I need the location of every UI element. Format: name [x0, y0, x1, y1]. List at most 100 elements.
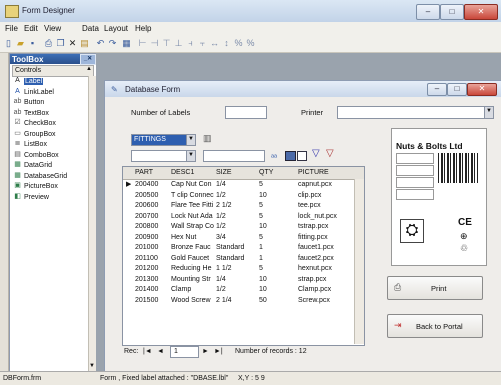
table-cell[interactable]: Clamp.pcx — [298, 285, 353, 295]
table-cell[interactable]: Gold Faucet — [171, 254, 214, 264]
toolbox-item-checkbox[interactable]: ☑ CheckBox — [13, 119, 93, 129]
table-cell[interactable]: tstrap.pcx — [298, 222, 353, 232]
toolbox-item-label[interactable]: A Label — [13, 77, 93, 87]
toolbox-item-groupbox[interactable]: ▭ GroupBox — [13, 130, 93, 140]
table-row[interactable]: 200600 Flare Tee Fitti 2 1/2 5 tee.pcx — [123, 201, 364, 211]
table-row[interactable]: ▶ 200400 Cap Nut Con 1/4 5 capnut.pcx — [123, 180, 364, 190]
table-cell[interactable]: Wood Screw — [171, 296, 214, 306]
undo-icon[interactable]: ↶ — [95, 38, 106, 49]
scroll-down-icon[interactable]: ▼ — [89, 363, 95, 369]
column-header-qty[interactable]: QTY — [259, 169, 273, 176]
table-cell[interactable]: 2 1/4 — [216, 296, 256, 306]
table-select[interactable]: FITTINGS ▼ — [131, 134, 196, 146]
number-of-labels-input[interactable] — [225, 106, 267, 119]
table-cell[interactable]: 1 — [259, 254, 295, 264]
toolbox-item-combobox[interactable]: ▤ ComboBox — [13, 151, 93, 161]
toolbox-item-linklabel[interactable]: A LinkLabel — [13, 88, 93, 98]
table-cell[interactable]: 200800 — [135, 222, 169, 232]
collapse-icon[interactable]: ▲ — [86, 66, 92, 72]
menu-edit[interactable]: Edit — [24, 24, 38, 33]
find-icon[interactable]: ₐₐ — [271, 150, 277, 159]
table-cell[interactable]: Cap Nut Con — [171, 180, 214, 190]
print-button[interactable]: ⎙ Print — [387, 276, 483, 300]
table-cell[interactable]: 50 — [259, 296, 295, 306]
prev-record-icon[interactable]: ◄ — [157, 348, 164, 355]
table-row[interactable]: 200900 Hex Nut 3/4 5 fitting.pcx — [123, 233, 364, 243]
table-cell[interactable]: 10 — [259, 275, 295, 285]
back-to-portal-button[interactable]: ⇥ Back to Portal — [387, 314, 483, 338]
table-cell[interactable]: strap.pcx — [298, 275, 353, 285]
toolbox-item-textbox[interactable]: ab TextBox — [13, 109, 93, 119]
minimize-button[interactable]: – — [416, 4, 440, 20]
size-icon[interactable]: ↕ — [221, 38, 232, 49]
toolbox-scrollbar[interactable]: ▼ — [88, 76, 96, 371]
toolbox-item-picturebox[interactable]: ▣ PictureBox — [13, 182, 93, 192]
filter-icon[interactable]: ▽ — [312, 148, 320, 159]
toolbox-item-preview[interactable]: ◧ Preview — [13, 193, 93, 203]
new-icon[interactable]: ▯ — [3, 38, 14, 49]
table-row[interactable]: 201000 Bronze Fauc Standard 1 faucet1.pcx — [123, 243, 364, 253]
grid-icon[interactable]: ▦ — [121, 38, 132, 49]
table-cell[interactable]: 1 1/2 — [216, 264, 256, 274]
table-cell[interactable]: 201200 — [135, 264, 169, 274]
redo-icon[interactable]: ↷ — [107, 38, 118, 49]
table-cell[interactable]: Lock Nut Ada — [171, 212, 214, 222]
table-cell[interactable]: Standard — [216, 254, 256, 264]
table-row[interactable]: 201300 Mounting Str 1/4 10 strap.pcx — [123, 275, 364, 285]
menu-help[interactable]: Help — [135, 24, 151, 33]
remove-filter-icon[interactable]: ▽ — [326, 148, 334, 159]
table-cell[interactable]: Screw.pcx — [298, 296, 353, 306]
filter-color-icon[interactable] — [285, 151, 296, 161]
table-cell[interactable]: 10 — [259, 191, 295, 201]
table-cell[interactable]: 200400 — [135, 180, 169, 190]
table-row[interactable]: 201500 Wood Screw 2 1/4 50 Screw.pcx — [123, 296, 364, 306]
table-cell[interactable]: faucet1.pcx — [298, 243, 353, 253]
menu-file[interactable]: File — [5, 24, 18, 33]
table-cell[interactable]: Hex Nut — [171, 233, 214, 243]
table-icon[interactable]: ▥ — [203, 133, 212, 144]
table-cell[interactable]: 3/4 — [216, 233, 256, 243]
align-middle-icon[interactable]: ⫞ — [185, 38, 196, 49]
table-cell[interactable]: capnut.pcx — [298, 180, 353, 190]
table-cell[interactable]: lock_nut.pcx — [298, 212, 353, 222]
table-cell[interactable]: clip.pcx — [298, 191, 353, 201]
column-header-part[interactable]: PART — [135, 169, 153, 176]
close-button[interactable]: ✕ — [464, 4, 498, 20]
parts-data-grid[interactable]: PART DESC1 SIZE QTY PICTURE ▶ 200400 Cap N… — [122, 166, 365, 346]
table-row[interactable]: 200500 T clip Connec 1/2 10 clip.pcx — [123, 191, 364, 201]
form-maximize-button[interactable]: □ — [447, 83, 467, 96]
table-cell[interactable]: 200900 — [135, 233, 169, 243]
toolbox-item-listbox[interactable]: ≣ ListBox — [13, 140, 93, 150]
table-cell[interactable]: 1/2 — [216, 191, 256, 201]
table-cell[interactable]: Reducing He — [171, 264, 214, 274]
menu-view[interactable]: View — [44, 24, 61, 33]
table-row[interactable]: 201100 Gold Faucet Standard 1 faucet2.pcx — [123, 254, 364, 264]
toolbox-item-button[interactable]: ab Button — [13, 98, 93, 108]
column-header-size[interactable]: SIZE — [216, 169, 232, 176]
table-cell[interactable]: Wall Strap Co — [171, 222, 214, 232]
zoom-in-icon[interactable]: % — [233, 38, 244, 49]
table-cell[interactable]: 5 — [259, 233, 295, 243]
search-input[interactable] — [203, 150, 265, 162]
table-cell[interactable]: 5 — [259, 180, 295, 190]
menu-data[interactable]: Data — [82, 24, 99, 33]
toolbox-item-databasegrid[interactable]: ▦ DatabaseGrid — [13, 172, 93, 182]
table-cell[interactable]: 200600 — [135, 201, 169, 211]
table-cell[interactable]: 5 — [259, 212, 295, 222]
table-cell[interactable]: Clamp — [171, 285, 214, 295]
zoom-out-icon[interactable]: % — [245, 38, 256, 49]
table-cell[interactable]: Flare Tee Fitti — [171, 201, 214, 211]
cut-icon[interactable]: ✕ — [67, 38, 78, 49]
table-cell[interactable]: Bronze Fauc — [171, 243, 214, 253]
table-cell[interactable]: Mounting Str — [171, 275, 214, 285]
table-cell[interactable]: 200700 — [135, 212, 169, 222]
printer-select[interactable]: ▼ — [337, 106, 494, 119]
grid-scrollbar[interactable] — [354, 179, 364, 344]
table-cell[interactable]: 201300 — [135, 275, 169, 285]
table-cell[interactable]: fitting.pcx — [298, 233, 353, 243]
table-cell[interactable]: 1 — [259, 243, 295, 253]
table-cell[interactable]: T clip Connec — [171, 191, 214, 201]
table-row[interactable]: 201200 Reducing He 1 1/2 5 hexnut.pcx — [123, 264, 364, 274]
table-cell[interactable]: 201400 — [135, 285, 169, 295]
table-cell[interactable]: 200500 — [135, 191, 169, 201]
